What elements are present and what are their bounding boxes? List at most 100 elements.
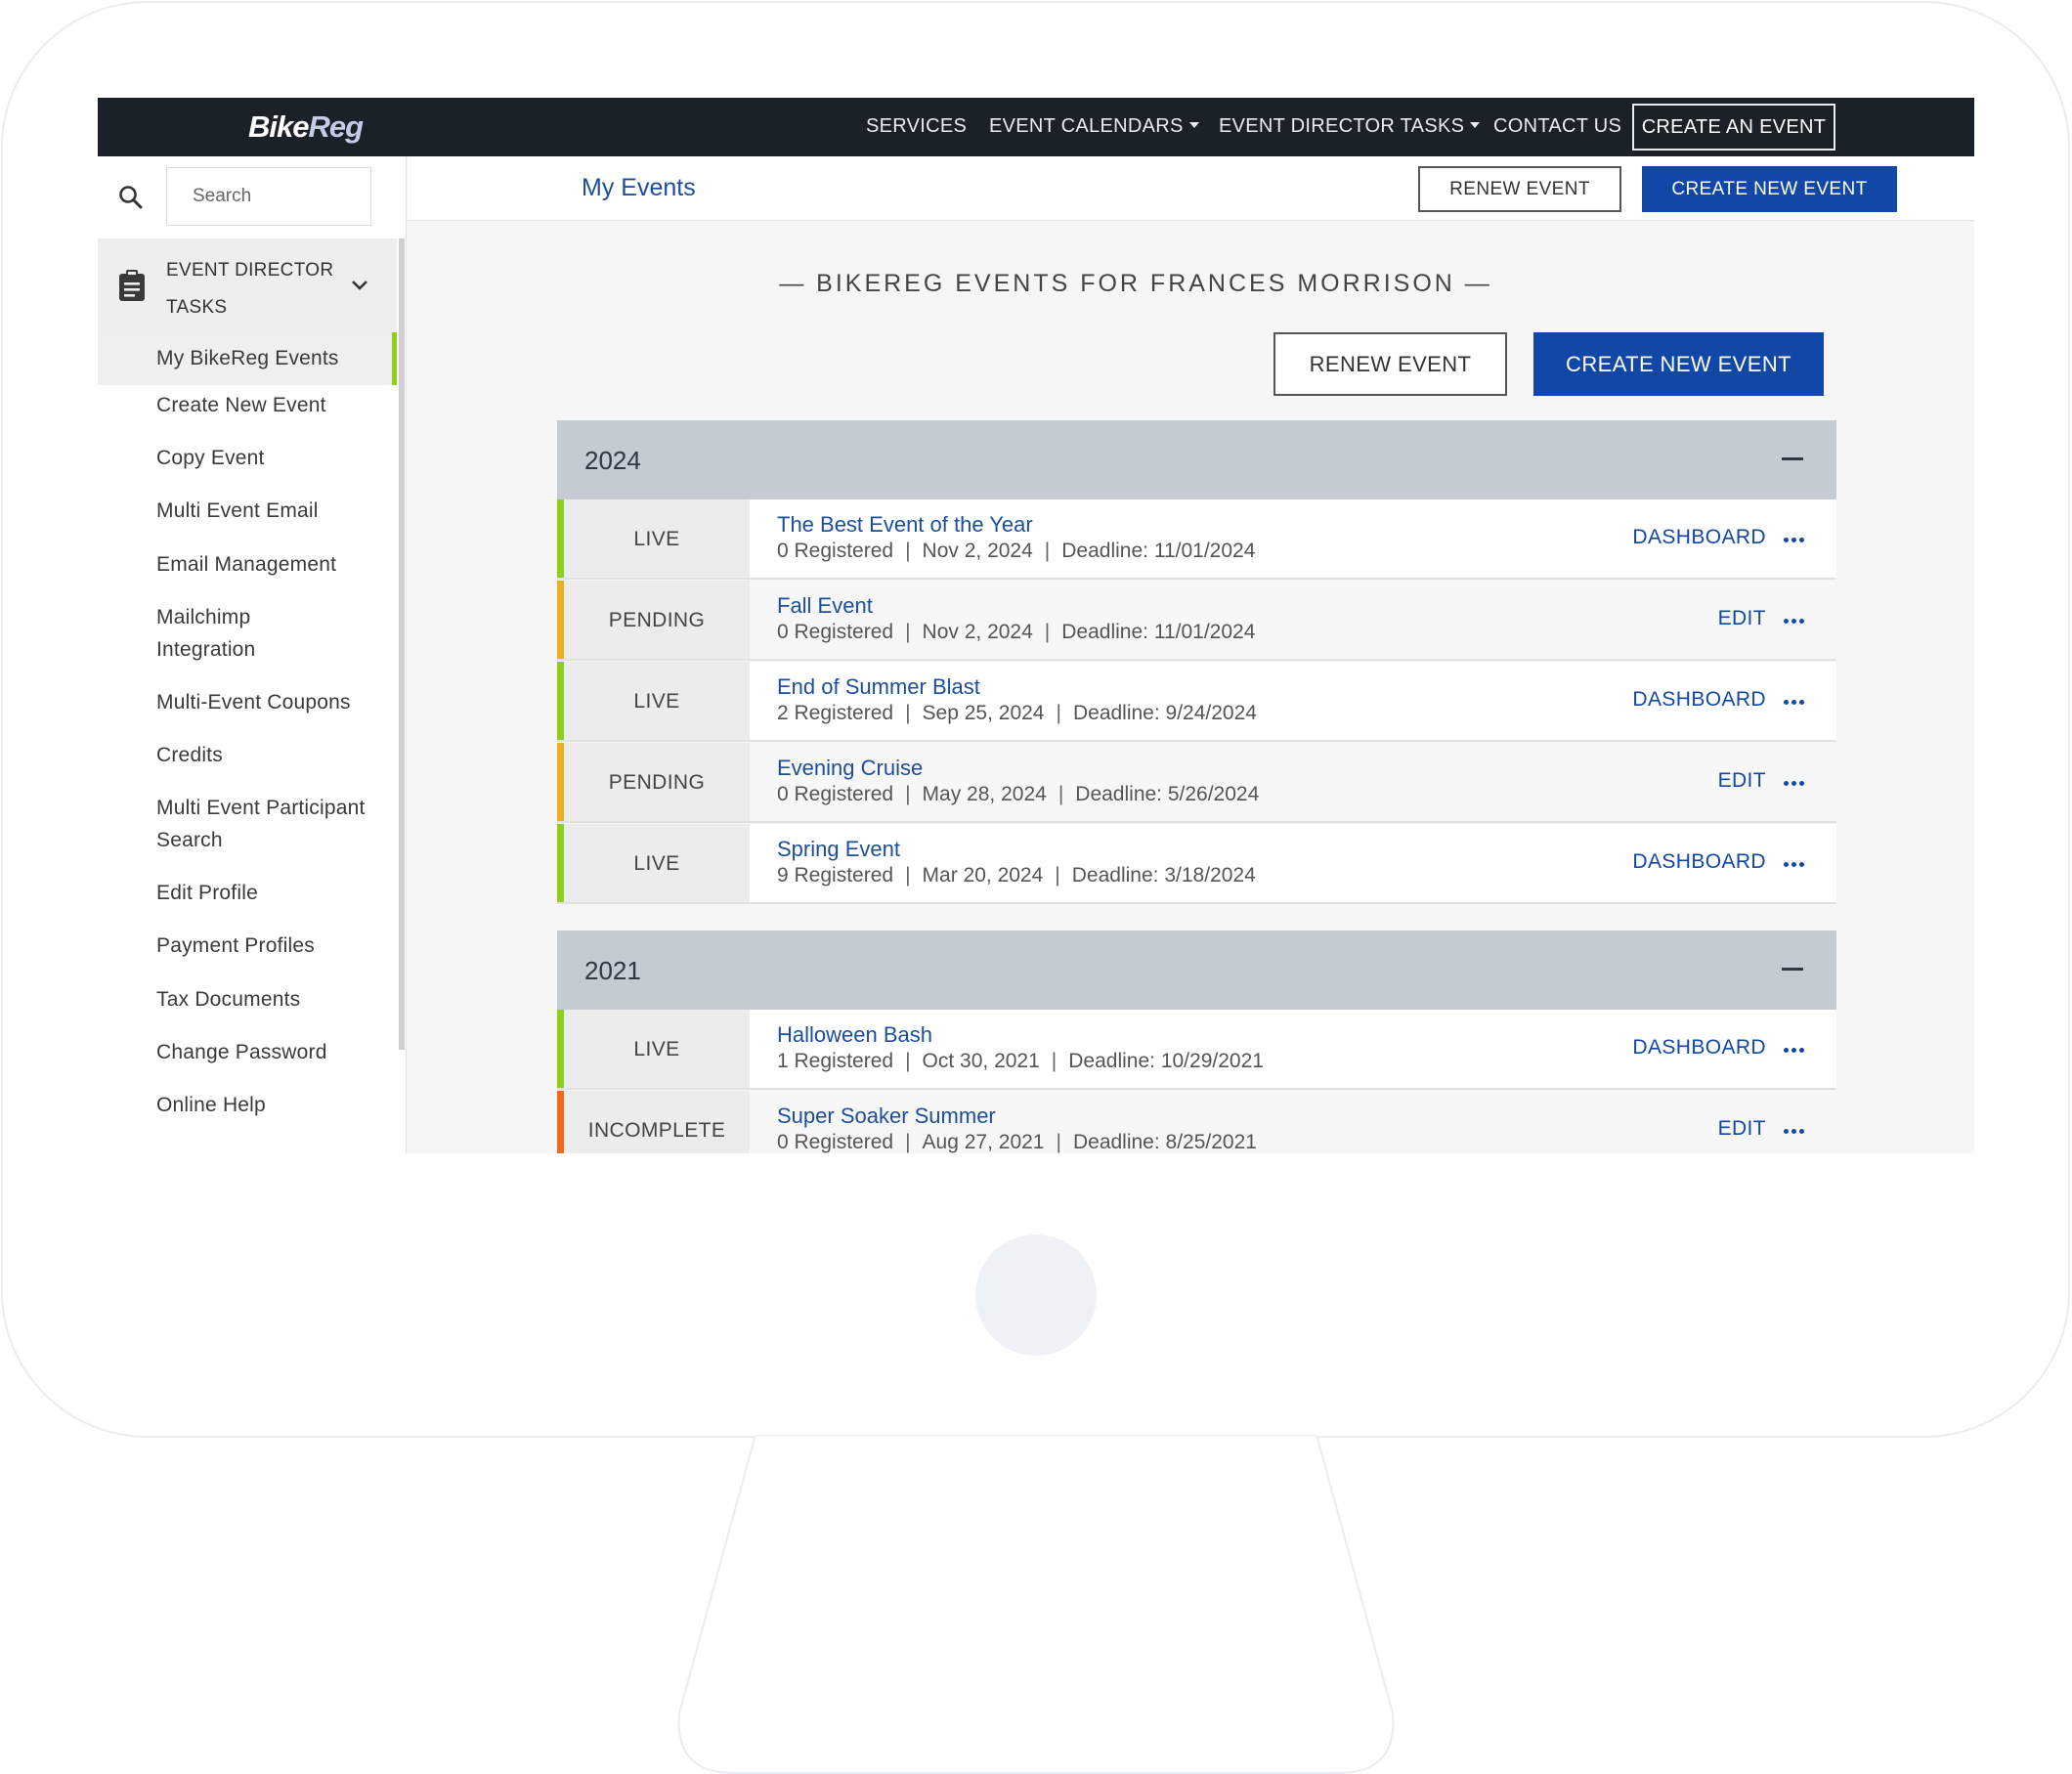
sidebar-item-credits[interactable]: Credits <box>98 739 397 771</box>
status-stripe <box>557 824 564 902</box>
sidebar-item-mailchimp-integration[interactable]: Mailchimp Integration <box>98 601 342 666</box>
year-group-header-2024[interactable]: 2024 <box>557 420 1836 499</box>
sidebar-item-multi-event-participant-search[interactable]: Multi Event Participant Search <box>98 792 391 856</box>
event-name-link[interactable]: Evening Cruise <box>777 756 923 781</box>
more-options-icon[interactable] <box>1784 1048 1805 1054</box>
monitor-stand <box>677 1435 1395 1774</box>
event-edit-link[interactable]: EDIT <box>1718 1117 1766 1141</box>
caret-down-icon <box>1470 121 1481 128</box>
event-row: LIVE Spring Event 9 Registered | Mar 20, 2… <box>557 824 1836 904</box>
year-group-header-2021[interactable]: 2021 <box>557 930 1836 1010</box>
search-input[interactable] <box>166 167 371 226</box>
event-deadline: Deadline: 8/25/2021 <box>1072 1131 1257 1153</box>
year-label: 2021 <box>584 956 641 985</box>
event-row: PENDING Evening Cruise 0 Registered | May … <box>557 743 1836 823</box>
more-options-icon[interactable] <box>1784 781 1805 787</box>
sidebar-search <box>98 156 407 238</box>
sidebar-item-my-bikereg-events[interactable]: My BikeReg Events <box>98 332 397 385</box>
event-date: Mar 20, 2024 <box>922 864 1044 887</box>
event-name-link[interactable]: Super Soaker Summer <box>777 1103 996 1129</box>
monitor-home-button <box>975 1234 1097 1356</box>
event-info: Evening Cruise 0 Registered | May 28, 2024… <box>750 743 1836 821</box>
sidebar-item-change-password[interactable]: Change Password <box>98 1036 397 1068</box>
sidebar-item-payment-profiles[interactable]: Payment Profiles <box>98 930 397 962</box>
nav-event-director-tasks-label: EVENT DIRECTOR TASKS <box>1219 115 1465 137</box>
event-edit-link[interactable]: EDIT <box>1718 769 1766 793</box>
bikereg-logo[interactable]: BikeReg <box>248 109 364 145</box>
renew-event-button[interactable]: RENEW EVENT <box>1273 332 1507 396</box>
event-name-link[interactable]: Halloween Bash <box>777 1022 932 1048</box>
nav-event-calendars[interactable]: EVENT CALENDARS <box>989 115 1199 138</box>
event-deadline: Deadline: 5/26/2024 <box>1075 783 1260 805</box>
collapse-icon[interactable] <box>1782 968 1803 971</box>
event-deadline: Deadline: 10/29/2021 <box>1068 1050 1264 1072</box>
top-navigation: BikeReg SERVICES EVENT CALENDARS EVENT D… <box>98 98 1974 156</box>
sidebar: EVENT DIRECTOR TASKS My BikeReg Events C… <box>98 156 407 1153</box>
page-header: My Events RENEW EVENT CREATE NEW EVENT <box>408 156 1974 221</box>
header-renew-event-button[interactable]: RENEW EVENT <box>1418 166 1621 212</box>
nav-event-calendars-label: EVENT CALENDARS <box>989 115 1184 137</box>
event-dashboard-link[interactable]: DASHBOARD <box>1632 688 1766 712</box>
sidebar-item-create-new-event[interactable]: Create New Event <box>98 389 397 421</box>
event-registered-count: 0 Registered <box>777 1131 894 1153</box>
status-stripe <box>557 743 564 821</box>
sidebar-item-multi-event-email[interactable]: Multi Event Email <box>98 495 397 527</box>
event-dashboard-link[interactable]: DASHBOARD <box>1632 850 1766 874</box>
status-badge: INCOMPLETE <box>564 1091 750 1153</box>
nav-create-an-event-button[interactable]: CREATE AN EVENT <box>1632 104 1835 151</box>
event-meta: 0 Registered | Nov 2, 2024 | Deadline: 11/01… <box>777 540 1256 562</box>
more-options-icon[interactable] <box>1784 700 1805 706</box>
status-stripe <box>557 499 564 578</box>
sidebar-item-tax-documents[interactable]: Tax Documents <box>98 983 397 1016</box>
nav-contact-us[interactable]: CONTACT US <box>1493 115 1621 138</box>
sidebar-item-edit-profile[interactable]: Edit Profile <box>98 877 397 909</box>
event-meta: 0 Registered | May 28, 2024 | Deadline: 5/26… <box>777 783 1260 805</box>
active-indicator <box>392 332 397 385</box>
create-new-event-button[interactable]: CREATE NEW EVENT <box>1533 332 1824 396</box>
event-date: Nov 2, 2024 <box>922 621 1033 643</box>
sidebar-item-online-help[interactable]: Online Help <box>98 1089 397 1121</box>
status-badge: PENDING <box>564 581 750 659</box>
nav-services[interactable]: SERVICES <box>866 115 967 138</box>
sidebar-item-copy-event[interactable]: Copy Event <box>98 442 397 474</box>
sidebar-item-multi-event-coupons[interactable]: Multi-Event Coupons <box>98 686 397 718</box>
event-deadline: Deadline: 9/24/2024 <box>1072 702 1257 724</box>
event-deadline: Deadline: 3/18/2024 <box>1071 864 1256 887</box>
header-create-new-event-button[interactable]: CREATE NEW EVENT <box>1642 166 1897 212</box>
event-dashboard-link[interactable]: DASHBOARD <box>1632 1036 1766 1060</box>
event-name-link[interactable]: Fall Event <box>777 593 873 619</box>
collapse-icon[interactable] <box>1782 457 1803 460</box>
event-row: LIVE The Best Event of the Year 0 Regist… <box>557 499 1836 580</box>
nav-event-director-tasks[interactable]: EVENT DIRECTOR TASKS <box>1219 115 1481 138</box>
event-meta: 9 Registered | Mar 20, 2024 | Deadline: 3/18… <box>777 864 1256 887</box>
event-name-link[interactable]: The Best Event of the Year <box>777 512 1033 538</box>
more-options-icon[interactable] <box>1784 1129 1805 1135</box>
event-date: Aug 27, 2021 <box>922 1131 1045 1153</box>
event-row: LIVE Halloween Bash 1 Registered | Oct 30,… <box>557 1010 1836 1090</box>
more-options-icon[interactable] <box>1784 538 1805 543</box>
event-info: Spring Event 9 Registered | Mar 20, 2024 | D… <box>750 824 1836 902</box>
event-row: LIVE End of Summer Blast 2 Registered | Se… <box>557 662 1836 742</box>
event-deadline: Deadline: 11/01/2024 <box>1061 621 1256 643</box>
event-registered-count: 0 Registered <box>777 540 894 562</box>
event-dashboard-link[interactable]: DASHBOARD <box>1632 526 1766 549</box>
event-meta: 0 Registered | Aug 27, 2021 | Deadline: 8/25… <box>777 1131 1257 1153</box>
sidebar-scrollbar[interactable] <box>399 238 405 1050</box>
status-stripe <box>557 1010 564 1088</box>
event-name-link[interactable]: Spring Event <box>777 837 900 862</box>
caret-down-icon <box>1188 121 1199 128</box>
sidebar-item-email-management[interactable]: Email Management <box>98 548 397 581</box>
event-info: Halloween Bash 1 Registered | Oct 30, 2021… <box>750 1010 1836 1088</box>
more-options-icon[interactable] <box>1784 862 1805 868</box>
event-meta: 2 Registered | Sep 25, 2024 | Deadline: 9/24… <box>777 702 1257 724</box>
event-deadline: Deadline: 11/01/2024 <box>1061 540 1256 562</box>
event-name-link[interactable]: End of Summer Blast <box>777 674 980 700</box>
event-row: PENDING Fall Event 0 Registered | Nov 2, 2… <box>557 581 1836 661</box>
event-meta: 1 Registered | Oct 30, 2021 | Deadline: 10/2… <box>777 1050 1264 1072</box>
events-heading: — BIKEREG EVENTS FOR FRANCES MORRISON — <box>98 270 1974 298</box>
event-edit-link[interactable]: EDIT <box>1718 607 1766 630</box>
app-screen: BikeReg SERVICES EVENT CALENDARS EVENT D… <box>98 98 1974 1153</box>
more-options-icon[interactable] <box>1784 619 1805 625</box>
search-icon[interactable] <box>117 184 145 211</box>
event-date: Oct 30, 2021 <box>922 1050 1040 1072</box>
